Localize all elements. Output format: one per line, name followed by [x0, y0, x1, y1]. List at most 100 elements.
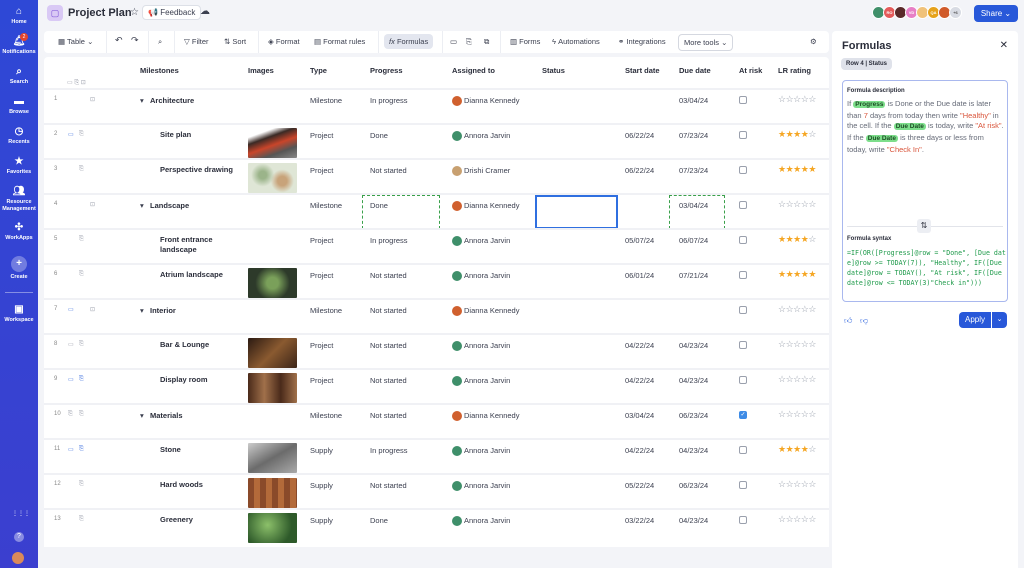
assigned-cell[interactable]: Annora Jarvin: [452, 236, 510, 247]
assigned-cell[interactable]: Dianna Kennedy: [452, 411, 519, 422]
due-cell[interactable]: 06/23/24: [679, 411, 708, 420]
star-icon[interactable]: ☆: [793, 479, 801, 489]
assigned-cell[interactable]: Dianna Kennedy: [452, 96, 519, 107]
assigned-cell[interactable]: Drishi Cramer: [452, 166, 510, 177]
comment-icon[interactable]: ▭: [68, 446, 74, 453]
attach-icon[interactable]: ⎘: [79, 341, 84, 348]
due-cell[interactable]: 07/21/24: [679, 271, 708, 280]
progress-cell[interactable]: Not started: [370, 481, 407, 490]
star-icon[interactable]: ☆: [808, 234, 816, 244]
star-icon[interactable]: ★: [793, 269, 801, 279]
milestone-name[interactable]: Atrium landscape: [160, 270, 240, 280]
milestone-name[interactable]: Bar & Lounge: [160, 340, 240, 350]
due-cell[interactable]: 04/23/24: [679, 446, 708, 455]
start-cell[interactable]: 04/22/24: [625, 341, 654, 350]
due-cell[interactable]: 03/04/24: [679, 96, 708, 105]
milestone-name[interactable]: Site plan: [160, 130, 240, 140]
sidebar-item-recents[interactable]: ◷ Recents: [0, 126, 38, 146]
rating-stars[interactable]: ☆☆☆☆☆: [778, 339, 816, 350]
favorite-star-icon[interactable]: ☆: [130, 7, 139, 18]
share-button[interactable]: Share ⌄: [974, 5, 1018, 22]
start-cell[interactable]: 05/22/24: [625, 481, 654, 490]
star-icon[interactable]: ☆: [778, 479, 786, 489]
sidebar-item-search[interactable]: ⌕ Search: [0, 66, 38, 86]
undo-icon[interactable]: ↶: [115, 35, 123, 46]
milestone-name[interactable]: Greenery: [160, 515, 240, 525]
star-icon[interactable]: ☆: [793, 409, 801, 419]
start-cell[interactable]: 06/22/24: [625, 166, 654, 175]
star-icon[interactable]: ☆: [778, 304, 786, 314]
due-cell[interactable]: 04/23/24: [679, 341, 708, 350]
type-cell[interactable]: Milestone: [310, 201, 342, 210]
sidebar-item-workapps[interactable]: ✣ WorkApps: [0, 222, 38, 242]
type-cell[interactable]: Project: [310, 166, 333, 175]
attach-icon[interactable]: ⎘: [79, 166, 84, 173]
sidebar-item-create[interactable]: + Create: [0, 256, 38, 281]
type-cell[interactable]: Project: [310, 376, 333, 385]
progress-cell[interactable]: Not started: [370, 306, 407, 315]
at-risk-checkbox[interactable]: [739, 96, 747, 104]
due-cell[interactable]: 04/23/24: [679, 376, 708, 385]
table-row[interactable]: 6 ⎘ Atrium landscape Project Not started 06/0…: [44, 263, 829, 298]
assigned-cell[interactable]: Annora Jarvin: [452, 516, 510, 527]
assigned-cell[interactable]: Dianna Kennedy: [452, 201, 519, 212]
collaborator-avatar[interactable]: +6: [949, 6, 962, 19]
sidebar-item-browse[interactable]: ▬ Browse: [0, 96, 38, 116]
at-risk-checkbox[interactable]: ✓: [739, 411, 747, 419]
table-row[interactable]: 8 ▭ ⎘ Bar & Lounge Project Not started 04/22/2…: [44, 333, 829, 368]
at-risk-checkbox[interactable]: [739, 481, 747, 489]
attach-icon[interactable]: ⎘: [79, 411, 84, 418]
at-risk-checkbox[interactable]: [739, 236, 747, 244]
star-icon[interactable]: ☆: [793, 339, 801, 349]
header-at-risk[interactable]: At risk: [739, 66, 762, 75]
type-cell[interactable]: Milestone: [310, 411, 342, 420]
image-thumbnail[interactable]: [248, 338, 297, 368]
collaborator-avatars[interactable]: RO VD QA +6: [872, 6, 962, 19]
header-assigned[interactable]: Assigned to: [452, 66, 495, 75]
image-thumbnail[interactable]: [248, 443, 297, 473]
progress-cell[interactable]: Not started: [370, 341, 407, 350]
lock-icon[interactable]: ⊡: [90, 201, 95, 208]
table-row[interactable]: 5 ⎘ Front entrance landscape Project In prog…: [44, 228, 829, 263]
comment-icon[interactable]: ▭: [68, 131, 74, 138]
at-risk-checkbox[interactable]: [739, 516, 747, 524]
collapse-toggle-icon[interactable]: ▾: [140, 201, 144, 210]
at-risk-checkbox[interactable]: [739, 271, 747, 279]
table-row[interactable]: 4 ⊡ ▾ Landscape Milestone Done 03/04/24 Dianna …: [44, 193, 829, 229]
view-table-dropdown[interactable]: ▦ Table ⌄: [58, 37, 93, 46]
rating-stars[interactable]: ☆☆☆☆☆: [778, 304, 816, 315]
header-status[interactable]: Status: [542, 66, 565, 75]
star-icon[interactable]: ☆: [808, 514, 816, 524]
start-cell[interactable]: 03/22/24: [625, 516, 654, 525]
star-icon[interactable]: ☆: [808, 444, 816, 454]
star-icon[interactable]: ☆: [793, 94, 801, 104]
star-icon[interactable]: ☆: [808, 304, 816, 314]
format-button[interactable]: ◈ Format: [268, 37, 300, 46]
table-row[interactable]: 9 ▭ ⎘ Display room Project Not started 04/22/2…: [44, 368, 829, 403]
milestone-name[interactable]: Front entrance landscape: [160, 235, 240, 255]
header-images[interactable]: Images: [248, 66, 274, 75]
start-cell[interactable]: 04/22/24: [625, 376, 654, 385]
attach-icon[interactable]: ⎘: [68, 411, 73, 418]
star-icon[interactable]: ★: [793, 234, 801, 244]
due-cell[interactable]: 06/23/24: [679, 481, 708, 490]
due-cell[interactable]: 06/07/24: [679, 236, 708, 245]
header-progress[interactable]: Progress: [370, 66, 403, 75]
image-thumbnail[interactable]: [248, 513, 297, 543]
at-risk-checkbox[interactable]: [739, 341, 747, 349]
thumbs-up-icon[interactable]: 👍︎: [844, 316, 852, 326]
attach-icon[interactable]: ⎘: [79, 236, 84, 243]
assigned-cell[interactable]: Annora Jarvin: [452, 481, 510, 492]
lock-icon[interactable]: ⊡: [90, 96, 95, 103]
feedback-button[interactable]: 📢 Feedback: [142, 5, 202, 20]
star-icon[interactable]: ☆: [808, 409, 816, 419]
at-risk-checkbox[interactable]: [739, 201, 747, 209]
image-thumbnail[interactable]: [248, 163, 297, 193]
star-icon[interactable]: ★: [778, 269, 786, 279]
table-row[interactable]: 7 ▭ ⊡ ▾ Interior Milestone Not started Dianna K…: [44, 298, 829, 333]
milestone-name[interactable]: Materials: [150, 411, 183, 420]
apply-dropdown-chevron-icon[interactable]: ⌄: [992, 312, 1007, 328]
star-icon[interactable]: ★: [793, 444, 801, 454]
rating-stars[interactable]: ★★★★☆: [778, 129, 816, 140]
collapse-toggle-icon[interactable]: ▾: [140, 411, 144, 420]
